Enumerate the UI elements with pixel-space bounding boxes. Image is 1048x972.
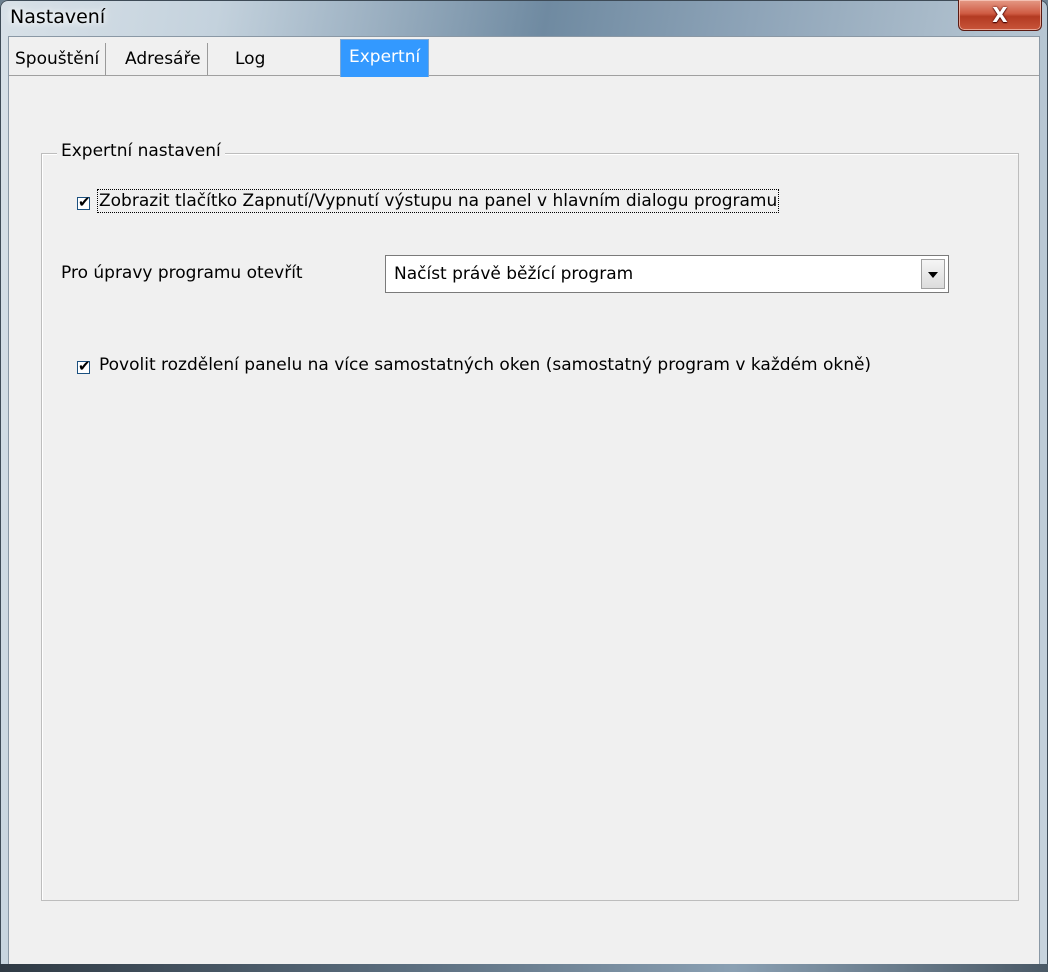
tab-underline <box>9 75 1039 76</box>
settings-window: Nastavení X Spouštění Adresáře Log Exper… <box>0 0 1048 972</box>
show-toggle-label: Zobrazit tlačítko Zapnutí/Vypnutí výstup… <box>96 189 780 213</box>
tab-spousteni[interactable]: Spouštění <box>9 43 107 75</box>
close-icon: X <box>992 3 1008 27</box>
chevron-down-icon <box>928 272 938 278</box>
checkmark-icon: ✔ <box>78 357 91 375</box>
dropdown-button[interactable] <box>921 259 945 289</box>
title-bar[interactable]: Nastavení X <box>0 0 1048 36</box>
window-title: Nastavení <box>10 6 106 28</box>
open-for-edit-select[interactable]: Načíst právě běžící program <box>385 255 949 293</box>
close-button[interactable]: X <box>958 0 1042 31</box>
tab-expertni[interactable]: Expertní <box>340 39 430 77</box>
group-title: Expertní nastavení <box>57 141 225 161</box>
dialog-body: Spouštění Adresáře Log Expertní Expertní… <box>8 36 1040 966</box>
tab-log[interactable]: Log <box>229 43 271 75</box>
tab-adresare[interactable]: Adresáře <box>119 43 208 75</box>
open-for-edit-value: Načíst právě běžící program <box>394 264 634 284</box>
checkmark-icon: ✔ <box>78 193 91 211</box>
split-panel-label: Povolit rozdělení panelu na více samosta… <box>99 355 872 375</box>
window-bottom-frame <box>0 964 1048 972</box>
show-toggle-checkbox[interactable]: ✔ <box>77 193 91 211</box>
split-panel-checkbox[interactable]: ✔ <box>77 357 91 375</box>
open-for-edit-label: Pro úpravy programu otevřít <box>61 263 303 283</box>
tab-strip: Spouštění Adresáře Log Expertní <box>9 37 1039 77</box>
